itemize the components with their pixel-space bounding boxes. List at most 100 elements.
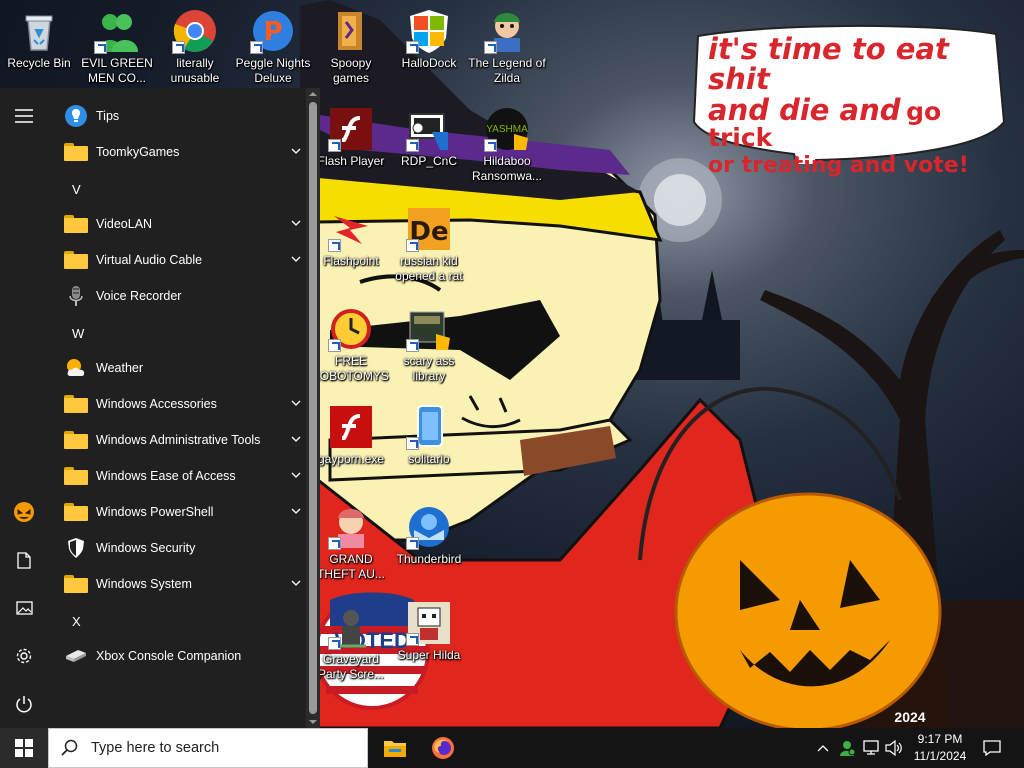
start-item-label: ToomkyGames xyxy=(96,145,180,159)
desktop-icon-hildaboo[interactable]: YASHMA Hildaboo Ransomwa... xyxy=(468,106,546,184)
start-menu: Tips ToomkyGames V VideoLAN Virtual Audi… xyxy=(0,88,320,728)
desktop-icon-peggle[interactable]: P Peggle Nights Deluxe xyxy=(234,8,312,86)
network-icon xyxy=(863,740,879,755)
shortcut-arrow-icon xyxy=(406,633,419,646)
desktop-icon-label: Hildaboo Ransomwa... xyxy=(471,154,543,183)
shortcut-arrow-icon xyxy=(484,139,497,152)
desktop-icon-label: Spoopy games xyxy=(330,56,372,85)
desktop-icon-evil-green-men[interactable]: EVIL GREEN MEN CO... xyxy=(78,8,156,86)
desktop-icon-hallodock[interactable]: HalloDock xyxy=(390,8,468,71)
start-item-tips[interactable]: Tips xyxy=(48,98,306,134)
shortcut-arrow-icon xyxy=(328,139,341,152)
folder-icon xyxy=(62,498,90,526)
desktop-icon-free-lobotomys[interactable]: FREE LOBOTOMYS xyxy=(312,306,390,384)
start-item-windows-ease-of-access[interactable]: Windows Ease of Access xyxy=(48,458,306,494)
desktop-icon-thunderbird[interactable]: Thunderbird xyxy=(390,504,468,567)
shortcut-arrow-icon xyxy=(406,339,419,352)
speech-line-3: or treating and vote! xyxy=(708,152,969,178)
svg-text:P: P xyxy=(263,17,282,47)
user-people-icon xyxy=(840,741,856,756)
folder-icon xyxy=(62,210,90,238)
shortcut-arrow-icon xyxy=(406,139,419,152)
start-item-label: Windows System xyxy=(96,577,192,591)
desktop-icon-super-hilda[interactable]: Super Hilda xyxy=(390,600,468,663)
chevron-down-icon xyxy=(291,508,301,514)
desktop-icon-spoopy-games[interactable]: Spoopy games xyxy=(312,8,390,86)
chevron-down-icon xyxy=(291,256,301,262)
letter-header-x[interactable]: X xyxy=(72,614,112,629)
hamburger-menu-icon[interactable] xyxy=(0,96,48,136)
tray-volume[interactable] xyxy=(883,728,905,768)
start-button[interactable] xyxy=(0,728,48,768)
folder-icon xyxy=(62,246,90,274)
start-item-windows-administrative-tools[interactable]: Windows Administrative Tools xyxy=(48,422,306,458)
desktop-icon-label: Super Hilda xyxy=(397,648,461,662)
desktop-icon-solitario[interactable]: solitario xyxy=(390,404,468,467)
scroll-thumb[interactable] xyxy=(309,102,317,714)
start-item-label: Virtual Audio Cable xyxy=(96,253,203,267)
desktop-icon-label: Flash Player xyxy=(317,154,385,168)
desktop-icon-label: Peggle Nights Deluxe xyxy=(235,56,311,85)
rdp-icon xyxy=(406,106,452,152)
desktop-icon-label: EVIL GREEN MEN CO... xyxy=(81,56,153,85)
taskbar-file-explorer[interactable] xyxy=(371,728,419,768)
pictures-icon[interactable] xyxy=(0,588,48,628)
shortcut-arrow-icon xyxy=(328,637,341,650)
tray-people[interactable] xyxy=(836,728,858,768)
desktop-icon-recycle-bin[interactable]: Recycle Bin xyxy=(0,8,78,71)
start-item-windows-system[interactable]: Windows System xyxy=(48,566,306,602)
shortcut-arrow-icon xyxy=(172,41,185,54)
start-item-windows-security[interactable]: Windows Security xyxy=(48,530,306,566)
svg-text:YASHMA: YASHMA xyxy=(486,124,528,135)
desktop-icon-scary-ass-library[interactable]: scary ass library xyxy=(390,306,468,384)
letter-header-v[interactable]: V xyxy=(72,182,112,197)
desktop-icon-flashpoint[interactable]: Flashpoint xyxy=(312,206,390,269)
settings-icon[interactable] xyxy=(0,636,48,676)
desktop-icon-gayporn[interactable]: gayporn.exe xyxy=(312,404,390,467)
start-item-windows-powershell[interactable]: Windows PowerShell xyxy=(48,494,306,530)
user-avatar-icon[interactable] xyxy=(0,492,48,532)
taskbar-search-box[interactable]: Type here to search xyxy=(48,728,368,768)
start-item-virtual-audio-cable[interactable]: Virtual Audio Cable xyxy=(48,242,306,278)
power-icon[interactable] xyxy=(0,684,48,724)
start-item-weather[interactable]: Weather xyxy=(48,350,306,386)
flashpoint-icon xyxy=(328,206,374,252)
taskbar-clock[interactable]: 9:17 PM 11/1/2024 xyxy=(904,731,976,765)
desktop-icon-graveyard-party[interactable]: Graveyard Party Scre... xyxy=(312,604,390,682)
speech-bubble-text: it's time to eat shit and die and go tri… xyxy=(708,34,998,177)
start-menu-scrollbar[interactable] xyxy=(306,88,320,728)
start-menu-rail xyxy=(0,88,48,728)
desktop-icon-legend-of-zilda[interactable]: The Legend of Zilda xyxy=(468,8,546,86)
tray-network[interactable] xyxy=(860,728,882,768)
action-center-button[interactable] xyxy=(978,728,1006,768)
shortcut-arrow-icon xyxy=(328,339,341,352)
desktop-icon-literally-unusable[interactable]: literally unusable xyxy=(156,8,234,86)
desktop-icon-russian-kid[interactable]: De russian kid opened a rat xyxy=(390,206,468,284)
start-item-voice-recorder[interactable]: Voice Recorder xyxy=(48,278,306,314)
desktop-icon-label: gayporn.exe xyxy=(317,452,385,466)
speech-line-1: it's time to eat shit xyxy=(708,32,949,97)
scroll-down-arrow-icon[interactable] xyxy=(309,718,317,726)
start-item-toomkygames[interactable]: ToomkyGames xyxy=(48,134,306,170)
desktop-icon-label: Recycle Bin xyxy=(7,56,71,70)
documents-icon[interactable] xyxy=(0,540,48,580)
weather-icon xyxy=(62,354,90,382)
start-item-xbox-console-companion[interactable]: Xbox Console Companion xyxy=(48,638,306,674)
shortcut-arrow-icon xyxy=(406,239,419,252)
desktop-icon-gta[interactable]: GRAND THEFT AU... xyxy=(312,504,390,582)
desktop-icon-flash-player[interactable]: Flash Player xyxy=(312,106,390,169)
windows-logo-icon xyxy=(15,739,33,757)
firefox-icon xyxy=(432,737,454,759)
start-item-label: Xbox Console Companion xyxy=(96,649,242,663)
start-item-videolan[interactable]: VideoLAN xyxy=(48,206,306,242)
start-item-windows-accessories[interactable]: Windows Accessories xyxy=(48,386,306,422)
gta-icon xyxy=(328,504,374,550)
scroll-up-arrow-icon[interactable] xyxy=(309,90,317,98)
folder-icon xyxy=(62,570,90,598)
letter-header-w[interactable]: W xyxy=(72,326,112,341)
taskbar-firefox[interactable] xyxy=(419,728,467,768)
flash-icon xyxy=(328,106,374,152)
zilda-icon xyxy=(484,8,530,54)
desktop-icon-rdp-cnc[interactable]: RDP_CnC xyxy=(390,106,468,169)
tray-chevron-up[interactable] xyxy=(812,728,834,768)
